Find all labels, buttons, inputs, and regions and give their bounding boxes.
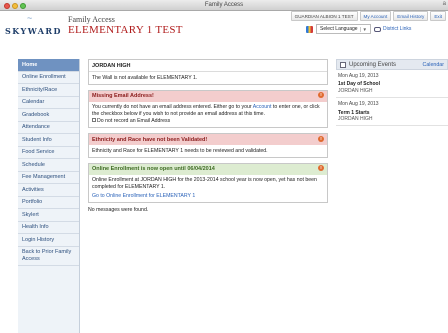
sidebar-item-fee-management[interactable]: Fee Management <box>18 171 79 184</box>
main-content: JORDAN HIGH The Wall is not available fo… <box>88 59 328 213</box>
wall-body: The Wall is not available for ELEMENTARY… <box>92 74 198 81</box>
event-item[interactable]: Mon Aug 19, 2013 Term 1 Starts JORDAN HI… <box>336 98 448 127</box>
my-account-button[interactable]: My Account <box>359 11 392 21</box>
sidebar-item-back-to-prior[interactable]: Back to Prior Family Access <box>18 246 79 266</box>
logo-text: SKYWARD <box>5 26 62 36</box>
email-alert-text-1: You currently do not have an email addre… <box>92 104 253 111</box>
sidebar-item-ethnicity-race[interactable]: Ethnicity/Race <box>18 84 79 97</box>
alert-icon[interactable]: ! <box>318 165 324 172</box>
calendar-link[interactable]: Calendar <box>423 62 445 68</box>
no-messages-text: No messages were found. <box>88 207 149 214</box>
language-flag-icon <box>306 25 313 33</box>
district-links-button[interactable]: District Links <box>374 26 411 32</box>
no-email-checkbox-label: Do not record an Email Address <box>97 117 171 124</box>
window-title: Family Access <box>204 2 244 8</box>
wall-heading: JORDAN HIGH <box>89 60 327 72</box>
language-bar: Select Language ▼ District Links <box>306 24 411 34</box>
language-select[interactable]: Select Language ▼ <box>316 24 372 34</box>
district-links-label: District Links <box>383 26 412 32</box>
account-link[interactable]: Account <box>253 104 272 110</box>
sidebar-item-login-history[interactable]: Login History <box>18 234 79 247</box>
alert-icon[interactable]: ! <box>318 135 324 142</box>
sidebar-item-attendance[interactable]: Attendance <box>18 121 79 134</box>
enrollment-notice-text: Online Enrollment at JORDAN HIGH for the… <box>92 177 317 191</box>
event-date: Mon Aug 19, 2013 <box>338 73 379 79</box>
window-titlebar: Family Access a <box>0 0 448 11</box>
sidebar-item-online-enrollment[interactable]: Online Enrollment <box>18 71 79 84</box>
sidebar-nav: Home Online Enrollment Ethnicity/Race Ca… <box>18 59 80 333</box>
event-school: JORDAN HIGH <box>338 87 373 94</box>
sidebar-item-calendar[interactable]: Calendar <box>18 96 79 109</box>
header-toolbar: GUARDIAN ALBION 1 TEST My Account Email … <box>290 11 446 21</box>
calendar-icon <box>340 61 346 68</box>
sidebar-item-activities[interactable]: Activities <box>18 184 79 197</box>
enrollment-notice-title: Online Enrollment is now open until 06/0… <box>92 166 215 173</box>
email-history-button[interactable]: Email History <box>393 11 429 21</box>
upcoming-events-header: Upcoming Events Calendar <box>336 59 448 70</box>
event-school: JORDAN HIGH <box>338 116 373 123</box>
online-enrollment-link[interactable]: Go to Online Enrollment for ELEMENTARY 1 <box>92 193 195 199</box>
skyward-logo: ~ SKYWARD <box>5 13 65 39</box>
event-item[interactable]: Mon Aug 19, 2013 1st Day of School JORDA… <box>336 70 448 99</box>
wall-panel: JORDAN HIGH The Wall is not available fo… <box>88 59 328 85</box>
alert-icon[interactable]: ! <box>318 92 324 99</box>
email-alert-heading: Missing Email Address! ! <box>89 90 327 102</box>
sidebar-item-health-info[interactable]: Health Info <box>18 221 79 234</box>
upcoming-events-panel: Upcoming Events Calendar Mon Aug 19, 201… <box>336 59 448 127</box>
app-name: Family Access <box>68 15 115 24</box>
school-name: ELEMENTARY 1 TEST <box>68 24 183 36</box>
exit-button[interactable]: Exit <box>430 11 446 21</box>
ethnicity-alert-title: Ethnicity and Race have not been Validat… <box>92 136 208 143</box>
sidebar-item-gradebook[interactable]: Gradebook <box>18 109 79 122</box>
ethnicity-alert-body: Ethnicity and Race for ELEMENTARY 1 need… <box>92 147 268 154</box>
sidebar-item-food-service[interactable]: Food Service <box>18 146 79 159</box>
user-label: GUARDIAN ALBION 1 TEST <box>290 11 358 21</box>
enrollment-notice-heading: Online Enrollment is now open until 06/0… <box>89 163 327 175</box>
sidebar-item-skylert[interactable]: Skylert <box>18 209 79 222</box>
upcoming-events-title: Upcoming Events <box>349 61 397 68</box>
event-date: Mon Aug 19, 2013 <box>338 101 379 108</box>
no-email-checkbox[interactable] <box>92 118 96 123</box>
window-right-glyph: a <box>442 1 446 7</box>
email-alert-body: You currently do not have an email addre… <box>89 102 327 127</box>
chevron-down-icon: ▼ <box>359 26 367 32</box>
sidebar-item-portfolio[interactable]: Portfolio <box>18 196 79 209</box>
enrollment-notice-panel: Online Enrollment is now open until 06/0… <box>88 162 328 204</box>
logo-mark-icon: ~ <box>27 13 33 23</box>
email-alert-panel: Missing Email Address! ! You currently d… <box>88 89 328 129</box>
sidebar-item-home[interactable]: Home <box>18 59 79 72</box>
ethnicity-alert-panel: Ethnicity and Race have not been Validat… <box>88 133 328 158</box>
binoculars-icon <box>374 26 382 32</box>
sidebar-item-student-info[interactable]: Student Info <box>18 134 79 147</box>
language-select-label: Select Language <box>320 26 358 32</box>
sidebar-item-schedule[interactable]: Schedule <box>18 159 79 172</box>
enrollment-notice-body: Online Enrollment at JORDAN HIGH for the… <box>89 175 327 202</box>
email-alert-title: Missing Email Address! <box>92 93 154 100</box>
ethnicity-alert-heading: Ethnicity and Race have not been Validat… <box>89 134 327 146</box>
